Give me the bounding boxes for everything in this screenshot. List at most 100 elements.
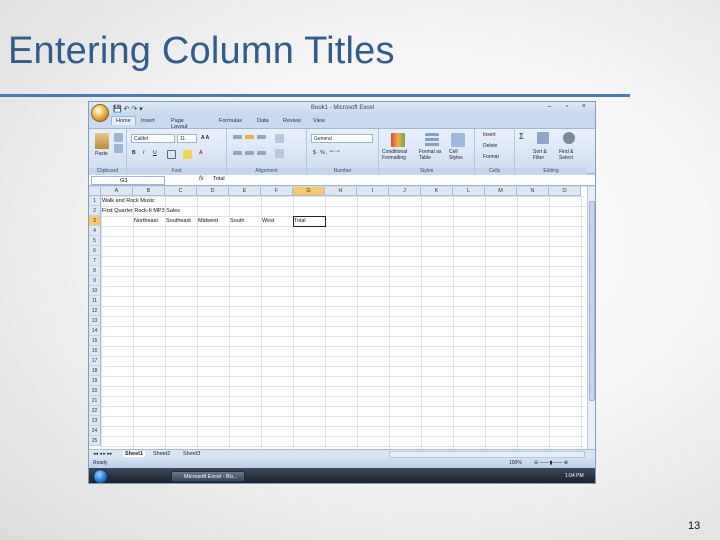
delete-cells-button[interactable]: Delete [483, 143, 497, 149]
paste-icon[interactable] [95, 133, 109, 149]
column-header-g[interactable]: G [293, 187, 325, 196]
align-bottom-icon[interactable] [257, 135, 266, 139]
italic-button[interactable]: I [143, 150, 144, 156]
formula-input[interactable]: Total [213, 176, 225, 182]
row-header-3[interactable]: 3 [89, 216, 101, 226]
tab-review[interactable]: Review [283, 118, 301, 124]
tab-home[interactable]: Home [111, 116, 136, 125]
row-header-8[interactable]: 8 [89, 266, 101, 276]
row-header-11[interactable]: 11 [89, 296, 101, 306]
row-header-2[interactable]: 2 [89, 206, 101, 216]
cell-styles-label[interactable]: Cell Styles [449, 149, 471, 161]
row-header-25[interactable]: 25 [89, 436, 101, 446]
vertical-scroll-thumb[interactable] [589, 201, 595, 401]
align-right-icon[interactable] [257, 151, 266, 155]
borders-icon[interactable] [167, 150, 176, 159]
tab-data[interactable]: Data [257, 118, 269, 124]
column-header-d[interactable]: D [197, 187, 229, 196]
row-header-15[interactable]: 15 [89, 336, 101, 346]
taskbar-excel-button[interactable]: Microsoft Excel - Bo... [171, 471, 245, 482]
column-header-m[interactable]: M [485, 187, 517, 196]
format-cells-button[interactable]: Format [483, 154, 499, 160]
column-header-b[interactable]: B [133, 187, 165, 196]
format-table-label[interactable]: Format as Table [419, 149, 445, 161]
column-header-c[interactable]: C [165, 187, 197, 196]
active-cell-outline[interactable] [293, 216, 326, 227]
find-select-icon[interactable] [563, 132, 575, 144]
tab-insert[interactable]: Insert [141, 118, 155, 124]
sum-icon[interactable]: Σ [519, 132, 524, 141]
sheet-nav-arrows[interactable]: ◂◂ ◂ ▸ ▸▸ [93, 451, 112, 457]
column-header-e[interactable]: E [229, 187, 261, 196]
format-table-icon[interactable] [425, 133, 439, 147]
merge-center-icon[interactable] [275, 149, 284, 158]
cell-styles-icon[interactable] [451, 133, 465, 147]
vertical-scrollbar[interactable] [587, 187, 595, 449]
row-header-16[interactable]: 16 [89, 346, 101, 356]
currency-icon[interactable]: $ · % , ⁺⁰ ⁻⁰ [313, 150, 340, 156]
column-header-i[interactable]: I [357, 187, 389, 196]
align-middle-icon[interactable] [245, 135, 254, 139]
zoom-level[interactable]: 100% [509, 460, 522, 466]
row-header-19[interactable]: 19 [89, 376, 101, 386]
bold-button[interactable]: B [132, 150, 136, 156]
conditional-formatting-icon[interactable] [391, 133, 405, 147]
row-header-1[interactable]: 1 [89, 196, 101, 206]
column-header-f[interactable]: F [261, 187, 293, 196]
cell-grid[interactable]: Walk and Rock Music First Quarter Rock-It… [101, 196, 585, 449]
grow-font-icon[interactable]: A A [201, 135, 209, 141]
horizontal-scrollbar[interactable] [389, 451, 585, 458]
zoom-slider[interactable]: ⊖ ——▮—— ⊕ [534, 460, 568, 466]
column-header-a[interactable]: A [101, 187, 133, 196]
column-header-j[interactable]: J [389, 187, 421, 196]
column-header-n[interactable]: N [517, 187, 549, 196]
row-header-18[interactable]: 18 [89, 366, 101, 376]
font-name-box[interactable]: Calibri [131, 134, 175, 143]
font-color-icon[interactable]: A [199, 150, 203, 156]
align-top-icon[interactable] [233, 135, 242, 139]
column-header-l[interactable]: L [453, 187, 485, 196]
column-header-h[interactable]: H [325, 187, 357, 196]
fill-color-icon[interactable] [183, 150, 192, 159]
window-controls[interactable]: – ▫ × [548, 103, 592, 110]
row-header-22[interactable]: 22 [89, 406, 101, 416]
align-center-icon[interactable] [245, 151, 254, 155]
row-header-13[interactable]: 13 [89, 316, 101, 326]
fx-icon[interactable]: fx [199, 176, 204, 182]
sheet-tab-sheet3[interactable]: Sheet3 [183, 451, 200, 457]
column-header-k[interactable]: K [421, 187, 453, 196]
number-format-box[interactable]: General [311, 134, 373, 143]
name-box[interactable]: G3 [91, 176, 165, 185]
row-header-17[interactable]: 17 [89, 356, 101, 366]
tab-view[interactable]: View [313, 118, 325, 124]
quick-access-toolbar[interactable]: 💾 ↶ ↷ ▾ [113, 105, 143, 113]
row-header-9[interactable]: 9 [89, 276, 101, 286]
align-left-icon[interactable] [233, 151, 242, 155]
taskbar-clock[interactable]: 1:04 PM [565, 473, 584, 479]
insert-cells-button[interactable]: Insert [483, 132, 496, 138]
row-header-23[interactable]: 23 [89, 416, 101, 426]
row-header-10[interactable]: 10 [89, 286, 101, 296]
sort-filter-icon[interactable] [537, 132, 549, 144]
select-all-corner[interactable] [89, 187, 101, 196]
row-header-4[interactable]: 4 [89, 226, 101, 236]
row-header-24[interactable]: 24 [89, 426, 101, 436]
start-button-icon[interactable] [93, 469, 108, 483]
copy-icon[interactable] [114, 144, 123, 153]
font-size-box[interactable]: 11 [177, 134, 197, 143]
find-select-label[interactable]: Find & Select [559, 149, 585, 161]
office-button-icon[interactable] [91, 104, 109, 122]
sheet-tab-sheet1[interactable]: Sheet1 [123, 451, 146, 457]
wrap-text-icon[interactable] [275, 134, 284, 143]
tab-formulas[interactable]: Formulas [219, 118, 242, 124]
cut-icon[interactable] [114, 133, 123, 142]
row-header-12[interactable]: 12 [89, 306, 101, 316]
row-header-6[interactable]: 6 [89, 246, 101, 256]
row-header-21[interactable]: 21 [89, 396, 101, 406]
conditional-formatting-label[interactable]: Conditional Formatting [382, 149, 416, 161]
column-header-o[interactable]: O [549, 187, 581, 196]
row-header-5[interactable]: 5 [89, 236, 101, 246]
paste-label[interactable]: Paste [95, 151, 108, 157]
row-header-20[interactable]: 20 [89, 386, 101, 396]
underline-button[interactable]: U [153, 150, 157, 156]
